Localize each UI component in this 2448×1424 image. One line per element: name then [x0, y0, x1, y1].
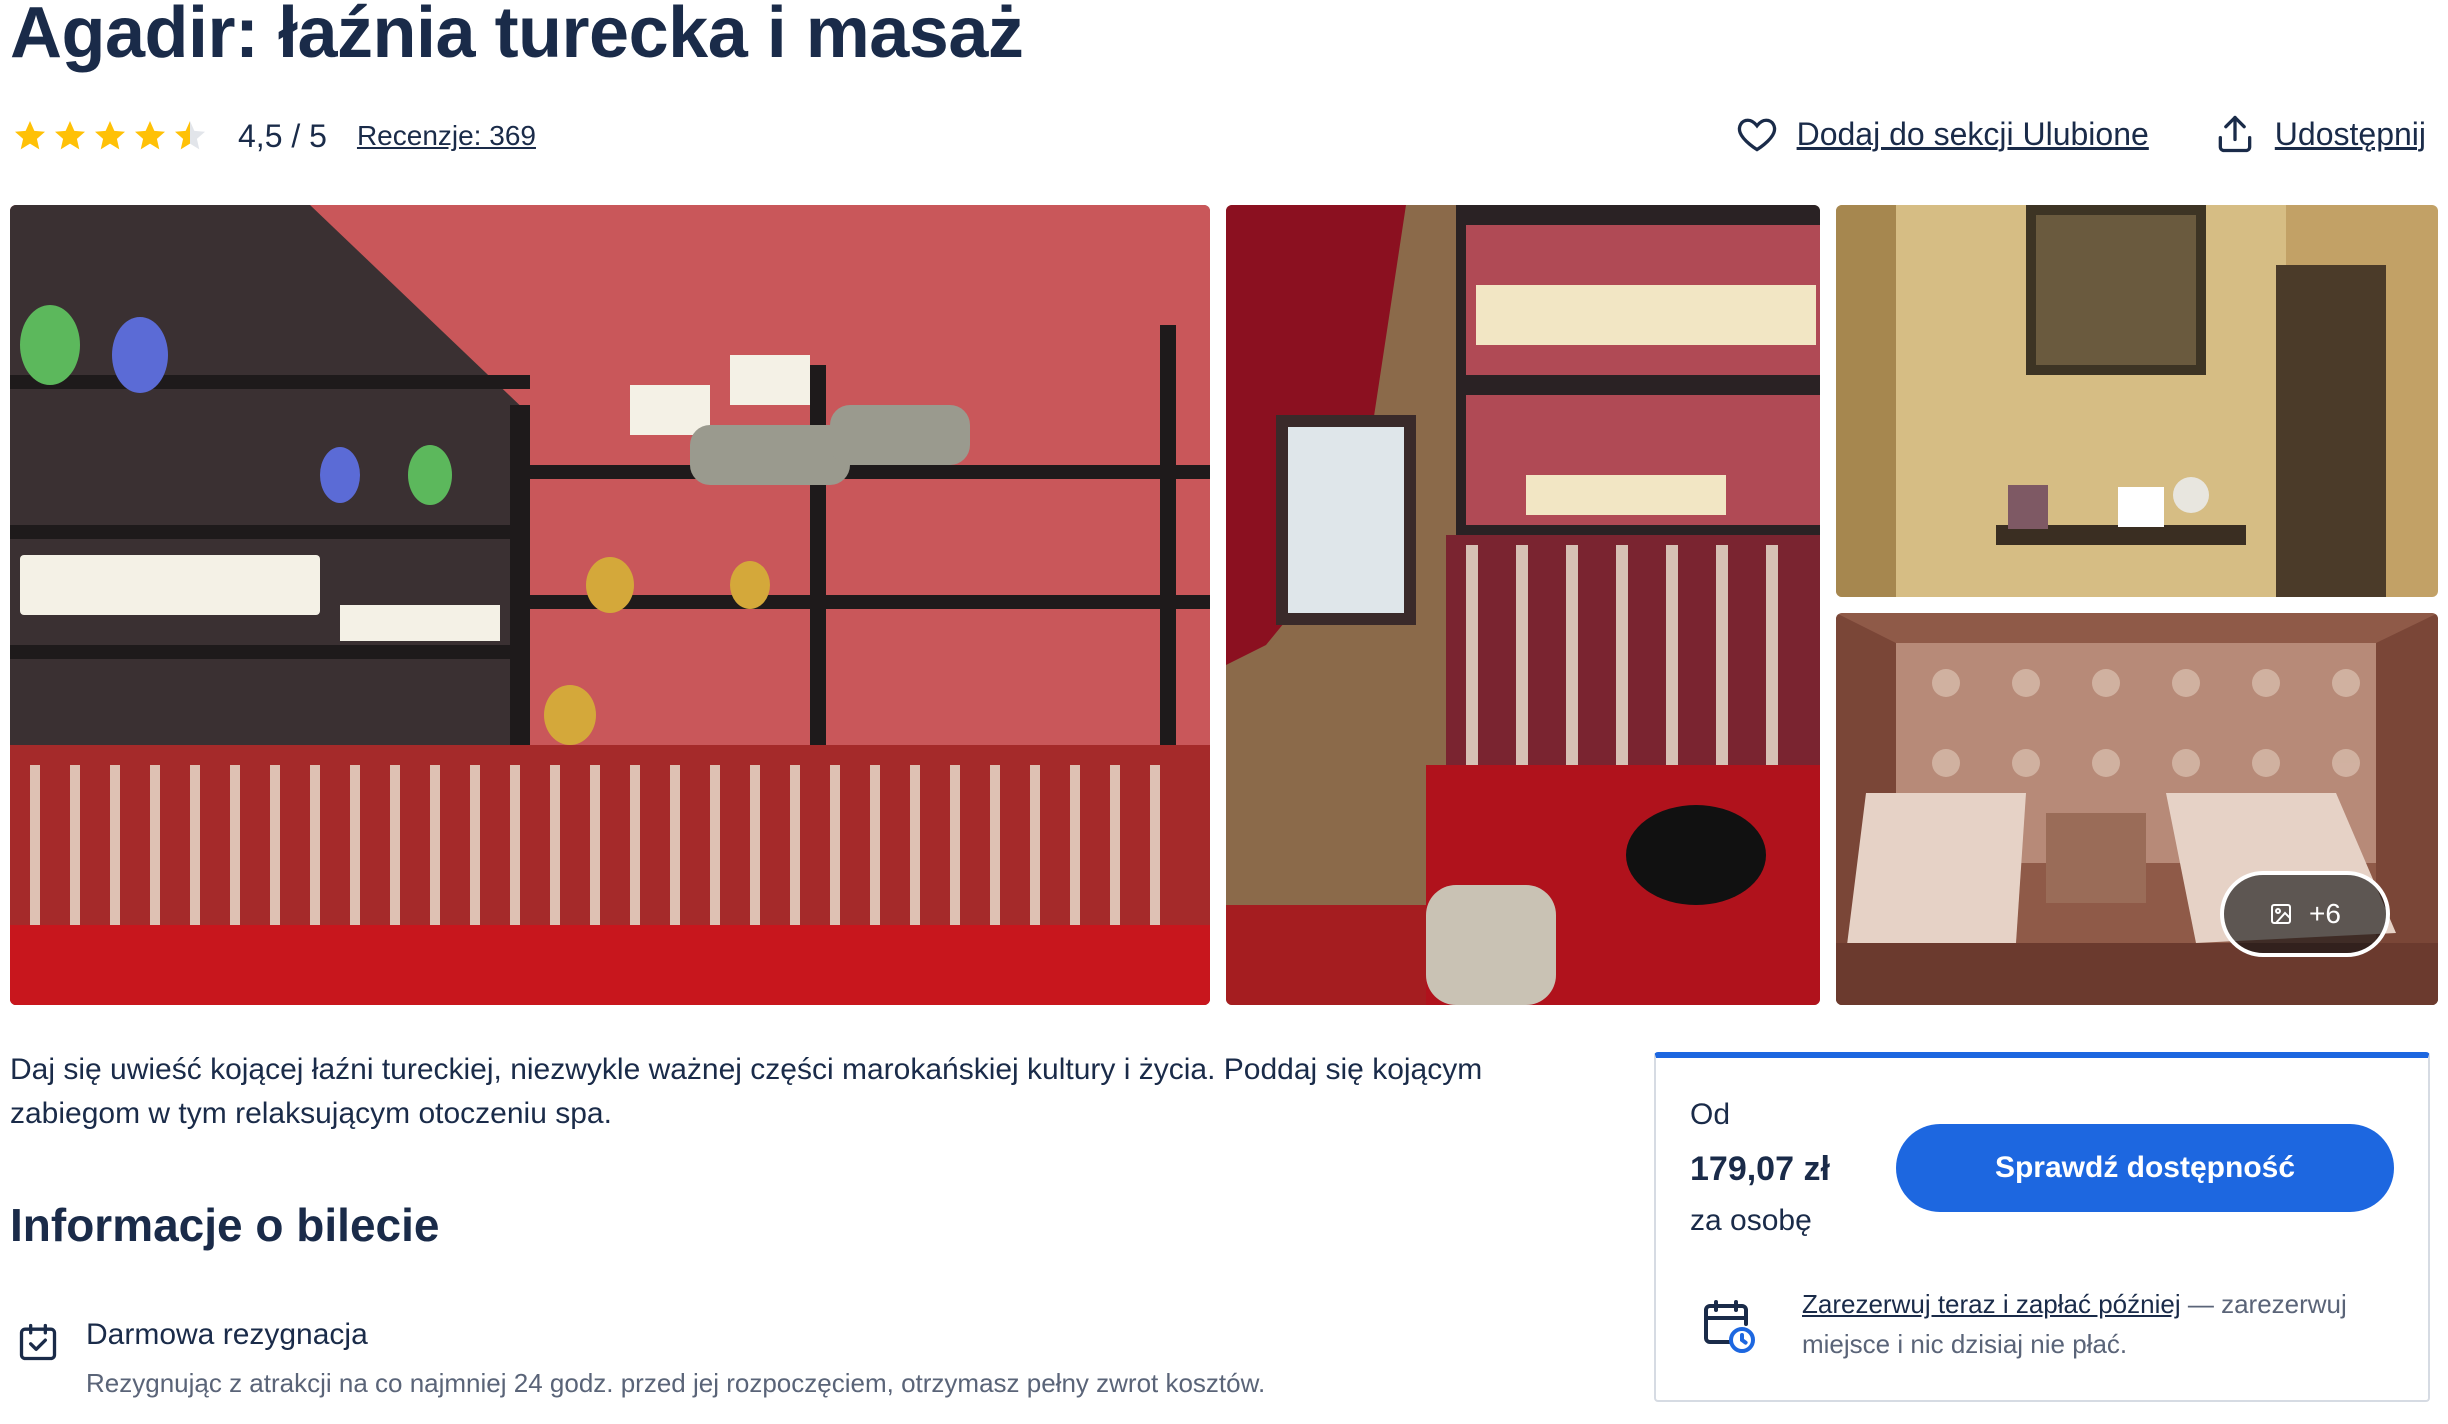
star-icon — [55, 121, 85, 150]
spa-shop-shelves-photo — [10, 205, 1210, 1005]
ticket-item-title: Darmowa rezygnacja — [86, 1318, 368, 1351]
header-actions: Dodaj do sekcji Ulubione Udostępnij — [1735, 108, 2426, 160]
per-person-label: za osobę — [1690, 1204, 1812, 1237]
photo-gallery: +6 — [10, 205, 2438, 1005]
more-photos-count: +6 — [2309, 898, 2341, 929]
gallery-photo-main[interactable] — [10, 205, 1210, 1005]
add-to-wishlist-button[interactable]: Dodaj do sekcji Ulubione — [1735, 112, 2149, 156]
massage-room-photo — [1836, 205, 2438, 597]
share-button[interactable]: Udostępnij — [2213, 112, 2426, 156]
more-photos-button[interactable]: +6 — [2220, 871, 2390, 957]
gallery-photo-4[interactable]: +6 — [1836, 613, 2438, 1005]
spa-corner-photo — [1226, 205, 1820, 1005]
wishlist-label: Dodaj do sekcji Ulubione — [1796, 115, 2149, 152]
price-from-label: Od — [1690, 1098, 1731, 1131]
star-rating — [12, 118, 208, 154]
calendar-check-icon — [19, 1323, 57, 1361]
booking-card: Od 179,07 zł za osobę Sprawdź dostępność… — [1654, 1052, 2430, 1402]
calendar-clock-icon — [1704, 1300, 1755, 1353]
reviews-link[interactable]: Recenzje: 369 — [357, 120, 536, 152]
price-value: 179,07 zł — [1690, 1150, 1830, 1188]
activity-description: Daj się uwieść kojącej łaźni tureckiej, … — [10, 1053, 1483, 1130]
star-icon — [15, 121, 45, 150]
gallery-photo-3[interactable] — [1836, 205, 2438, 597]
page-title: Agadir: łaźnia turecka i masaż — [10, 0, 1024, 73]
share-label: Udostępnij — [2274, 115, 2426, 152]
ticket-info-heading: Informacje o bilecie — [10, 1199, 440, 1251]
share-icon — [2218, 115, 2252, 153]
reserve-now-pay-later-link[interactable]: Zarezerwuj teraz i zapłać później — [1802, 1289, 2181, 1319]
gallery-photo-2[interactable] — [1226, 205, 1820, 1005]
half-star-icon — [175, 121, 205, 150]
star-icon — [95, 121, 125, 150]
heart-icon — [1737, 118, 1776, 152]
image-icon — [2271, 904, 2292, 924]
rating-row: 4,5 / 5 Recenzje: 369 — [12, 112, 536, 160]
check-availability-button[interactable]: Sprawdź dostępność — [1896, 1124, 2394, 1212]
rating-value: 4,5 / 5 — [238, 117, 327, 154]
reserve-now-pay-later: Zarezerwuj teraz i zapłać później — zare… — [1802, 1284, 2402, 1364]
star-icon — [135, 121, 165, 150]
ticket-item-description: Rezygnując z atrakcji na co najmniej 24 … — [86, 1368, 1266, 1398]
